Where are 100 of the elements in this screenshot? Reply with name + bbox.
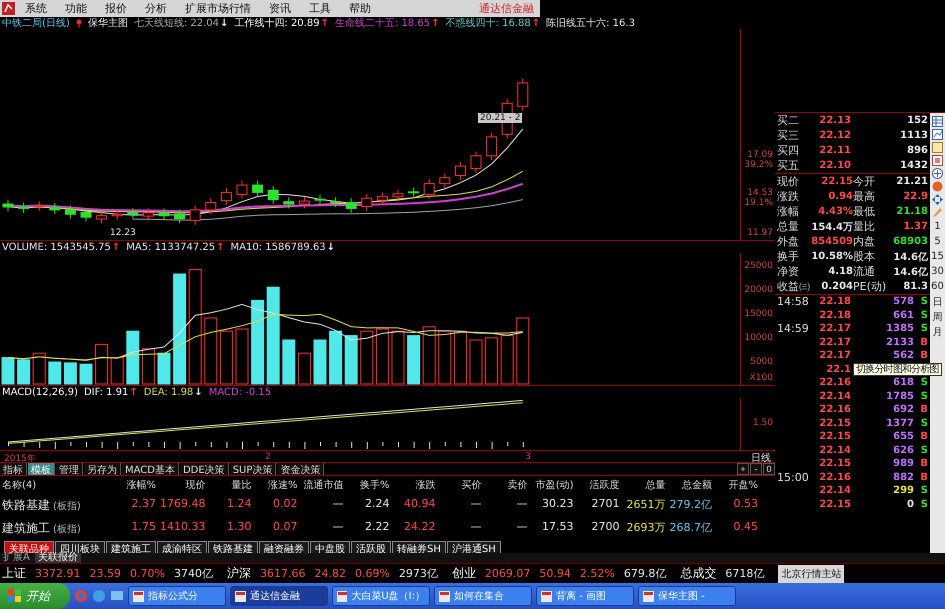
- menu-item[interactable]: 功能: [57, 0, 95, 17]
- order-price: 22.12: [818, 130, 851, 141]
- trade-side: B: [919, 431, 928, 442]
- tick-price: 22.17: [818, 336, 851, 348]
- period-button[interactable]: 15: [931, 250, 944, 263]
- volume-bar: [298, 352, 311, 384]
- coin-icon[interactable]: [932, 181, 943, 192]
- move-icon[interactable]: [932, 194, 943, 205]
- sector-tab[interactable]: 成渝特区: [157, 541, 207, 553]
- table-cell-text: 2.22: [364, 519, 390, 535]
- period-button[interactable]: 30: [931, 265, 944, 278]
- indicator-tab[interactable]: SUP决策: [230, 463, 276, 475]
- table-cell-text: 2651万: [626, 497, 666, 513]
- menu-item[interactable]: 资讯: [261, 0, 299, 17]
- bottom-tab[interactable]: 扩展A: [0, 553, 33, 563]
- menu-item[interactable]: 分析: [137, 0, 175, 17]
- macd-value: DIF: 1.91: [84, 386, 128, 398]
- period-button[interactable]: 60: [931, 280, 944, 293]
- sector-tab[interactable]: 建筑施工: [106, 541, 156, 553]
- sector-tab[interactable]: 沪港通SH: [446, 541, 501, 553]
- candle: [34, 200, 45, 212]
- tick-price: 22.14: [818, 485, 851, 496]
- indicator-value: 工作线十四: 20.89: [234, 16, 320, 30]
- indicator-tab[interactable]: DDE决策: [180, 463, 229, 475]
- column-header[interactable]: 流通市值: [300, 476, 346, 494]
- index-value: 2069.07: [484, 567, 530, 580]
- zoom-button[interactable]: 0: [763, 463, 775, 475]
- column-header[interactable]: 市盈(动): [530, 476, 576, 494]
- sector-tab[interactable]: 中盘股: [310, 541, 350, 553]
- taskbar-button[interactable]: 大白菜U盘（I:）: [332, 586, 430, 606]
- indicator-tab[interactable]: 指标: [0, 463, 27, 475]
- taskbar-button[interactable]: 保华主图 -: [638, 586, 736, 606]
- period-button[interactable]: 月: [932, 325, 942, 338]
- menu-item[interactable]: 系统: [17, 0, 55, 17]
- period-button[interactable]: 5: [934, 235, 941, 248]
- zoom-button[interactable]: +: [737, 463, 749, 475]
- window-icon[interactable]: [932, 155, 943, 166]
- sector-tab[interactable]: 融资融券: [259, 541, 309, 553]
- tick-volume: 1785: [885, 390, 914, 402]
- sector-name[interactable]: 铁路基建: [2, 497, 50, 514]
- table-cell-text: 0.07: [272, 519, 298, 535]
- sector-name[interactable]: 建筑施工: [2, 520, 50, 537]
- note-icon[interactable]: [932, 142, 943, 153]
- menu-item[interactable]: 工具: [301, 0, 339, 17]
- compass-icon[interactable]: [932, 168, 943, 179]
- stat-label: 最高: [853, 189, 876, 204]
- period-button[interactable]: 日: [932, 295, 942, 308]
- trend-arrow: ↑: [431, 18, 440, 28]
- tick-volume: 618: [892, 377, 914, 388]
- formula-name[interactable]: 保华主图: [88, 16, 128, 30]
- stat-value: 22.9: [902, 191, 928, 202]
- sector-tab[interactable]: 四川板块: [55, 541, 105, 553]
- column-header[interactable]: 现价: [158, 476, 208, 494]
- period-button[interactable]: 周: [932, 310, 942, 323]
- column-header[interactable]: 开盘%: [714, 476, 760, 494]
- tick-volume: 626: [892, 444, 914, 456]
- tick-price: 22.15: [818, 431, 851, 442]
- chart-icon[interactable]: [932, 129, 943, 140]
- volume-bar: [80, 364, 92, 384]
- desktop-icon[interactable]: [110, 589, 124, 603]
- sector-tab[interactable]: 活跃股: [351, 541, 391, 553]
- column-header[interactable]: 换手%: [346, 476, 392, 494]
- taskbar-button[interactable]: 通达信金融: [230, 586, 328, 606]
- taskbar-button[interactable]: 背离 - 画图: [536, 586, 634, 606]
- bottom-tab[interactable]: 关联报价: [34, 553, 81, 563]
- axis-label: 5000: [750, 357, 773, 367]
- indicator-tab[interactable]: MACD基本: [122, 463, 179, 475]
- tooltip: 切换分时图和分析图: [853, 363, 942, 376]
- sector-tab[interactable]: 关联品种: [4, 541, 54, 553]
- volume-bar: [142, 348, 155, 384]
- grid-icon[interactable]: [932, 116, 943, 127]
- stat-value: 68903: [892, 236, 928, 247]
- menu-item[interactable]: 报价: [97, 0, 135, 17]
- indicator-tab[interactable]: 另存为: [84, 463, 121, 475]
- menu-item[interactable]: 扩展市场行情: [177, 0, 259, 17]
- column-header[interactable]: 涨跌: [392, 476, 438, 494]
- sector-tab[interactable]: 转融券SH: [392, 541, 446, 553]
- column-header[interactable]: 涨幅%: [112, 476, 158, 494]
- globe-icon[interactable]: [92, 589, 106, 603]
- sector-tab[interactable]: 铁路基建: [208, 541, 258, 553]
- table-cell-text: —: [332, 519, 344, 535]
- tick-price: 22.14: [818, 444, 851, 456]
- indicator-tab[interactable]: 模板: [28, 463, 55, 475]
- column-header[interactable]: 卖价: [484, 476, 530, 494]
- taskbar-button[interactable]: 如何在集合: [434, 586, 532, 606]
- column-header[interactable]: 总金额: [668, 476, 714, 494]
- column-header[interactable]: 名称(4): [0, 476, 112, 494]
- period-button[interactable]: 1: [934, 220, 941, 233]
- volume-bar: [48, 362, 62, 384]
- column-header[interactable]: 总量: [622, 476, 668, 494]
- indicator-tab[interactable]: 资金决策: [277, 463, 324, 475]
- menu-item[interactable]: 帮助: [341, 0, 379, 17]
- column-header[interactable]: 涨速%: [254, 476, 300, 494]
- column-header[interactable]: 活跃度: [576, 476, 622, 494]
- tick-price: 22.16: [818, 472, 851, 483]
- indicator-tab[interactable]: 管理: [56, 463, 83, 475]
- taskbar-button[interactable]: 指标公式分: [128, 586, 226, 606]
- zoom-button[interactable]: -: [750, 463, 762, 475]
- column-header[interactable]: 量比: [208, 476, 254, 494]
- column-header[interactable]: 买价: [438, 476, 484, 494]
